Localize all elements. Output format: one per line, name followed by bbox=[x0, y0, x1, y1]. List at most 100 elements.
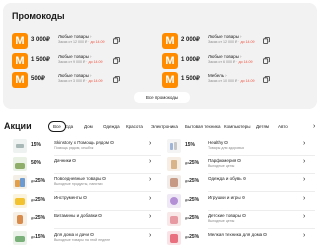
copy-icon[interactable] bbox=[113, 37, 120, 44]
deal-discount: до25% bbox=[185, 197, 200, 203]
promocode-amount: 1 500₽ bbox=[181, 76, 200, 82]
promocodes-section: Промокоды М 3 000₽ Любые товары› Заказ о… bbox=[3, 3, 317, 109]
promocode-amount: 1 000₽ bbox=[181, 57, 200, 63]
deal-item[interactable]: до15% Для дома и дачи i Выгодные товары н… bbox=[13, 230, 163, 248]
deal-discount: до25% bbox=[31, 215, 46, 221]
info-icon: i bbox=[83, 195, 87, 200]
chevron-right-icon: › bbox=[303, 176, 306, 183]
tab-beauty[interactable]: Красота bbox=[126, 121, 143, 132]
all-promocodes-button[interactable]: Все промокоды bbox=[134, 92, 190, 103]
chevron-right-icon: › bbox=[303, 232, 306, 239]
info-icon: i bbox=[98, 213, 102, 218]
brand-logo-icon: М bbox=[12, 53, 28, 69]
deal-title: Повседневные товары i bbox=[54, 176, 106, 181]
promocode-condition: Заказ от 6 000 ₽ · до 14.09 bbox=[208, 60, 253, 64]
promocode-item[interactable]: М 2 000₽ Любые товары› Заказ от 12 000 ₽… bbox=[162, 32, 314, 50]
chevron-right-icon: › bbox=[303, 140, 306, 147]
copy-icon[interactable] bbox=[113, 76, 120, 83]
info-icon: i bbox=[242, 213, 246, 218]
chevron-right-icon: › bbox=[303, 213, 306, 220]
info-icon: i bbox=[72, 158, 76, 163]
deal-subtitle: Выгодные цены bbox=[208, 164, 235, 168]
info-icon: i bbox=[102, 176, 106, 181]
promocode-item[interactable]: М 500₽ Любые товары› Заказ от 3 000 ₽ · … bbox=[12, 71, 164, 89]
divider bbox=[208, 191, 315, 192]
copy-icon[interactable] bbox=[263, 37, 270, 44]
promocode-description: Любые товары› bbox=[58, 54, 92, 59]
deal-item[interactable]: до25% Повседневные товары i Выгодные прод… bbox=[13, 174, 163, 192]
tab-home[interactable]: Дом bbox=[84, 121, 93, 132]
deal-title: Детские товары i bbox=[208, 213, 246, 218]
promocode-condition: Заказ от 12 000 ₽ · до 14.09 bbox=[208, 40, 255, 44]
chevron-right-icon: › bbox=[149, 140, 152, 147]
deal-title: Витамины и добавки i bbox=[54, 213, 102, 218]
brand-logo-icon: М bbox=[162, 33, 178, 49]
divider bbox=[208, 228, 315, 229]
deal-image bbox=[167, 175, 181, 189]
deal-discount: до25% bbox=[31, 197, 46, 203]
deal-discount: до15% bbox=[31, 234, 46, 240]
info-icon: i bbox=[90, 232, 94, 237]
deal-title: Парфюмерия i bbox=[208, 158, 241, 163]
tab-appliances[interactable]: Бытовая техника bbox=[185, 121, 220, 132]
deal-title: Для дома и дачи i bbox=[54, 232, 94, 237]
info-icon: i bbox=[224, 140, 228, 145]
deal-subtitle: Выгодные продукты, напитки bbox=[54, 182, 103, 186]
deal-discount: до25% bbox=[185, 234, 200, 240]
info-icon: i bbox=[263, 232, 267, 237]
info-icon: i bbox=[241, 195, 246, 200]
category-tabs: Все Еда Дом Одежда Красота Электроника Б… bbox=[48, 121, 320, 132]
chevron-right-icon: › bbox=[149, 195, 152, 202]
tabs-next-chevron-icon[interactable]: › bbox=[313, 121, 315, 132]
tab-food[interactable]: Еда bbox=[65, 121, 73, 132]
copy-icon[interactable] bbox=[113, 57, 120, 64]
deal-item[interactable]: до25% Мелкая техника для дома i › bbox=[167, 230, 317, 248]
promocode-item[interactable]: М 1 000₽ Любые товары› Заказ от 6 000 ₽ … bbox=[162, 52, 314, 70]
deal-item[interactable]: до25% Игрушки и игры i › bbox=[167, 193, 317, 211]
promocode-description: Любые товары› bbox=[208, 54, 242, 59]
deal-image bbox=[13, 212, 27, 226]
deal-item[interactable]: до25% Витамины и добавки i › bbox=[13, 211, 163, 229]
deal-item[interactable]: до25% Парфюмерия i Выгодные цены › bbox=[167, 156, 317, 174]
promocode-item[interactable]: М 1 500₽ Любые товары› Заказ от 9 000 ₽ … bbox=[12, 52, 164, 70]
deal-discount: до25% bbox=[185, 178, 200, 184]
deal-item[interactable]: до25% Инструменты i › bbox=[13, 193, 163, 211]
copy-icon[interactable] bbox=[263, 76, 270, 83]
deal-discount: 15% bbox=[31, 142, 42, 148]
deal-title: Игрушки и игры i bbox=[208, 195, 246, 200]
deal-subtitle: Помощь рядом, кешбэк bbox=[54, 146, 94, 150]
deal-item[interactable]: 50% Дачники i › bbox=[13, 156, 163, 174]
deal-image bbox=[167, 139, 181, 153]
promocode-condition: Заказ от 9 000 ₽ · до 14.09 bbox=[58, 60, 103, 64]
deal-item[interactable]: до25% Одежда и обувь i › bbox=[167, 174, 317, 192]
deal-item[interactable]: до25% Детские товары i Выгодные цены › bbox=[167, 211, 317, 229]
promocode-item[interactable]: М 3 000₽ Любые товары› Заказ от 12 000 ₽… bbox=[12, 32, 164, 50]
deal-title: Мелкая техника для дома i bbox=[208, 232, 267, 237]
tab-clothes[interactable]: Одежда bbox=[103, 121, 120, 132]
deal-item[interactable]: 15% Skinstory x Помощь рядом i Помощь ряд… bbox=[13, 138, 163, 156]
promocode-description: Любые товары› bbox=[208, 34, 242, 39]
deal-item[interactable]: 15% Healthy i Товары для здоровья › bbox=[167, 138, 317, 156]
deal-image bbox=[13, 157, 27, 171]
promocode-condition: Заказ от 3 000 ₽ · до 14.09 bbox=[58, 79, 103, 83]
deal-title: Одежда и обувь i bbox=[208, 176, 247, 181]
copy-icon[interactable] bbox=[263, 57, 270, 64]
deal-image bbox=[167, 194, 181, 208]
deal-image bbox=[13, 194, 27, 208]
brand-logo-icon: М bbox=[162, 53, 178, 69]
deal-discount: до25% bbox=[185, 160, 200, 166]
tab-electronics[interactable]: Электроника bbox=[151, 121, 178, 132]
deal-subtitle: Выгодные товары на этой неделе bbox=[54, 238, 111, 242]
deal-image bbox=[167, 212, 181, 226]
tab-computers[interactable]: Компьютеры bbox=[224, 121, 251, 132]
info-icon: i bbox=[110, 140, 114, 145]
tab-auto[interactable]: Авто bbox=[278, 121, 288, 132]
tab-all[interactable]: Все bbox=[48, 121, 66, 132]
deal-title: Дачники i bbox=[54, 158, 76, 163]
promocode-condition: Заказ от 10 000 ₽ · до 14.09 bbox=[208, 79, 255, 83]
chevron-right-icon: › bbox=[303, 158, 306, 165]
tab-kids[interactable]: Детям bbox=[256, 121, 269, 132]
promocode-condition: Заказ от 12 000 ₽ · до 14.09 bbox=[58, 40, 105, 44]
promocode-item[interactable]: М 1 500₽ Мебель› Заказ от 10 000 ₽ · до … bbox=[162, 71, 314, 89]
promocode-amount: 2 000₽ bbox=[181, 37, 200, 43]
